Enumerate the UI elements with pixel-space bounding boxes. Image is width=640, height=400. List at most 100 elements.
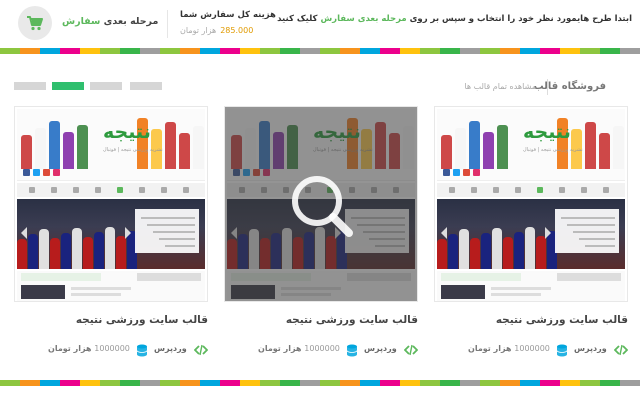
instruction-text: ابتدا طرح هایمورد نظر خود را انتخاب و سپ… [409, 14, 632, 24]
code-icon [404, 344, 418, 356]
pager-dot[interactable] [52, 82, 84, 90]
product-price-unit: هزار تومان [258, 344, 302, 353]
cart-icon[interactable] [18, 6, 52, 40]
menu-icon [493, 187, 499, 193]
divider [547, 79, 548, 95]
player-figure [599, 133, 610, 169]
menu-icon [139, 187, 145, 193]
section-title: فروشگاه قالب [533, 81, 606, 92]
product-title[interactable]: قالب سایت ورزشی نتیجه [224, 314, 418, 326]
database-icon [556, 344, 568, 357]
product-card[interactable]: نتیجه نشریه ورزشی نتیجه | فوتبال قالب سایت… [14, 106, 208, 366]
text-line [159, 238, 195, 240]
menu-icon [581, 187, 587, 193]
crowd-figure [28, 234, 38, 269]
crowd-figure [459, 229, 469, 269]
top-color-stripe [0, 48, 640, 54]
preview-logo: نتیجه [523, 121, 571, 143]
social-icon [33, 169, 40, 176]
next-step-text: مرحله بعدی [103, 16, 159, 27]
menu-icon [515, 187, 521, 193]
product-meta: وردپرس 1000000 هزار تومان [14, 344, 208, 358]
social-icon [23, 169, 30, 176]
pager-dot[interactable] [130, 82, 162, 90]
preview-image [441, 285, 485, 299]
preview-banner-text [135, 209, 199, 253]
menu-icon [537, 187, 543, 193]
player-figure [497, 125, 508, 169]
social-icon [473, 169, 480, 176]
product-card[interactable]: نتیجهنشریه ورزشی نتیجه | فوتبال قالب سایت… [224, 106, 418, 366]
crowd-figure [536, 236, 546, 269]
product-card[interactable]: نتیجهنشریه ورزشی نتیجه | فوتبال قالب سایت… [434, 106, 628, 366]
menu-icon [471, 187, 477, 193]
preview-logo: نتیجه [103, 121, 151, 143]
social-icon [453, 169, 460, 176]
order-total: هزینه کل سفارش شما 285.000هزار تومان [180, 10, 290, 35]
order-instruction: ابتدا طرح هایمورد نظر خود را انتخاب و سپ… [277, 14, 632, 24]
product-title[interactable]: قالب سایت ورزشی نتیجه [14, 314, 208, 326]
preview-lower [17, 271, 205, 301]
template-preview[interactable]: نتیجهنشریه ورزشی نتیجه | فوتبال [224, 106, 418, 302]
order-total-price: 285.000هزار تومان [180, 26, 290, 35]
view-all-link[interactable]: مشاهده تمام قالب ها [464, 82, 536, 91]
zoom-icon[interactable] [285, 169, 357, 241]
product-platform: وردپرس [574, 344, 607, 353]
player-figure [455, 128, 466, 169]
product-price-value: 1000000 [514, 344, 550, 353]
player-figure [179, 133, 190, 169]
product-meta: وردپرس 1000000 هزار تومان [224, 344, 418, 358]
code-icon [614, 344, 628, 356]
text-line [579, 238, 615, 240]
next-step-highlight: سفارش [62, 16, 101, 27]
social-icon [53, 169, 60, 176]
product-meta: وردپرس 1000000 هزار تومان [434, 344, 628, 358]
player-figure [49, 121, 60, 169]
crowd-figure [470, 238, 480, 269]
player-figure [35, 128, 46, 169]
hover-overlay[interactable] [225, 107, 417, 301]
menu-icon [95, 187, 101, 193]
next-step-button[interactable]: مرحله بعدی سفارش [18, 6, 158, 40]
preview-block [491, 287, 551, 290]
product-price: 1000000 هزار تومان [48, 344, 130, 358]
pager-dot[interactable] [90, 82, 122, 90]
menu-icon [161, 187, 167, 193]
preview-logo-subtitle: نشریه ورزشی نتیجه | فوتبال [103, 147, 163, 153]
social-icon [463, 169, 470, 176]
crowd-figure [503, 237, 513, 269]
product-price: 1000000 هزار تومان [258, 344, 340, 358]
next-step-label[interactable]: مرحله بعدی سفارش [62, 16, 158, 27]
crowd-figure [514, 232, 524, 269]
order-total-label: هزینه کل سفارش شما [180, 10, 276, 20]
social-icon [443, 169, 450, 176]
menu-icon [73, 187, 79, 193]
preview-block [441, 273, 521, 281]
product-price-value: 1000000 [304, 344, 340, 353]
preview-menu [17, 183, 205, 197]
preview-image [21, 285, 65, 299]
preview-banner-text [555, 209, 619, 253]
template-preview[interactable]: نتیجهنشریه ورزشی نتیجه | فوتبال [434, 106, 628, 302]
social-icon [43, 169, 50, 176]
preview-block [21, 273, 101, 281]
crowd-figure [481, 233, 491, 269]
product-platform: وردپرس [364, 344, 397, 353]
database-icon [346, 344, 358, 357]
pager-dot[interactable] [14, 82, 46, 90]
text-line [165, 245, 195, 247]
chevron-right-icon [125, 227, 131, 239]
player-figure [21, 135, 32, 169]
preview-banner [17, 199, 205, 269]
template-preview[interactable]: نتیجه نشریه ورزشی نتیجه | فوتبال [14, 106, 208, 302]
product-title[interactable]: قالب سایت ورزشی نتیجه [434, 314, 628, 326]
player-figure [613, 126, 624, 169]
preview-lower [437, 271, 625, 301]
menu-icon [603, 187, 609, 193]
text-line [585, 245, 615, 247]
product-platform: وردپرس [154, 344, 187, 353]
crowd-figure [492, 228, 502, 269]
chevron-left-icon [441, 227, 447, 239]
preview-block [491, 293, 541, 296]
preview-block [137, 273, 201, 281]
